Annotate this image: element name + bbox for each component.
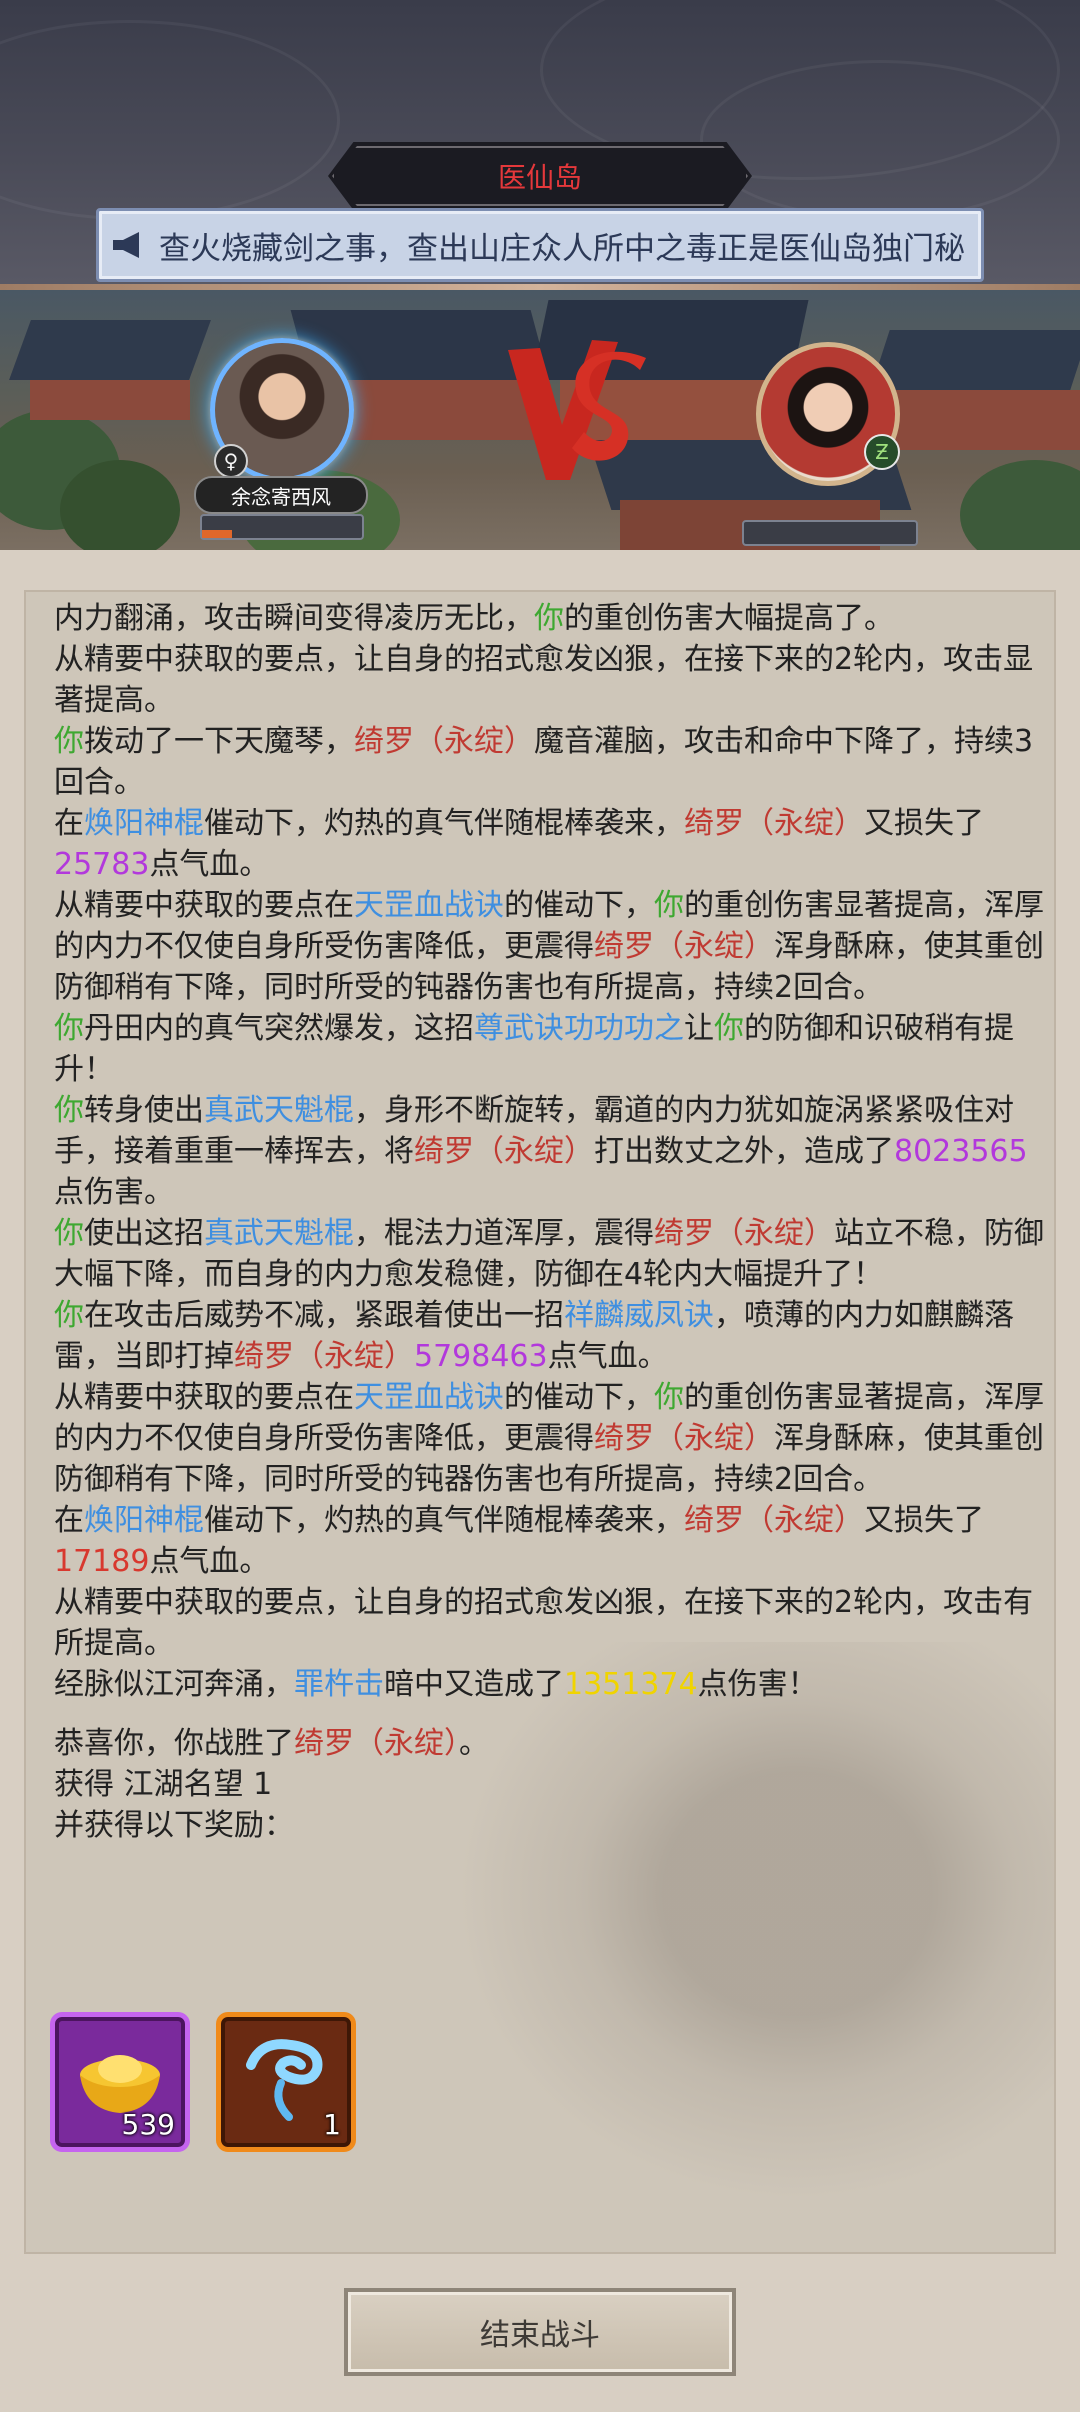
log-line: 在焕阳神棍催动下，灼热的真气伴随棍棒袭来，绮罗（永绽）又损失了25783点气血。 bbox=[54, 806, 984, 882]
log-line: 从精要中获取的要点在天罡血战诀的催动下，你的重创伤害显著提高，浑厚的内力不仅使自… bbox=[54, 888, 1044, 1005]
location-name: 医仙岛 bbox=[497, 161, 582, 194]
reputation-line: 获得 江湖名望 1 bbox=[54, 1767, 273, 1802]
log-line: 你在攻击后威势不减，紧跟着使出一招祥麟威凤诀，喷薄的内力如麒麟落雷，当即打掉绮罗… bbox=[54, 1298, 1014, 1374]
ticker-text: 查火烧藏剑之事，查出山庄众人所中之毒正是医仙岛独门秘 bbox=[159, 230, 965, 267]
end-battle-button[interactable]: 结束战斗 bbox=[344, 2288, 736, 2376]
log-line: 你丹田内的真气突然爆发，这招尊武诀功功功之让你的防御和识破稍有提升！ bbox=[54, 1011, 1014, 1087]
log-line: 你转身使出真武天魁棍，身形不断旋转，霸道的内力犹如旋涡紧紧吸住对手，接着重重一棒… bbox=[54, 1093, 1028, 1210]
vs-icon bbox=[508, 340, 646, 480]
log-line: 从精要中获取的要点，让自身的招式愈发凶狠，在接下来的2轮内，攻击显著提高。 bbox=[54, 642, 1034, 718]
location-plate: 医仙岛 bbox=[328, 142, 752, 210]
log-line: 内力翻涌，攻击瞬间变得凌厉无比，你的重创伤害大幅提高了。 bbox=[54, 601, 894, 636]
combat-log: 内力翻涌，攻击瞬间变得凌厉无比，你的重创伤害大幅提高了。 从精要中获取的要点，让… bbox=[54, 598, 1044, 1846]
log-line: 你使出这招真武天魁棍，棍法力道浑厚，震得绮罗（永绽）站立不稳，防御大幅下降，而自… bbox=[54, 1216, 1044, 1292]
log-line: 从精要中获取的要点在天罡血战诀的催动下，你的重创伤害显著提高，浑厚的内力不仅使自… bbox=[54, 1380, 1044, 1497]
victory-line: 恭喜你，你战胜了绮罗（永绽）。 bbox=[54, 1726, 489, 1761]
log-line: 经脉似江河奔涌，罪杵击暗中又造成了1351374点伤害！ bbox=[54, 1667, 818, 1702]
class-icon: Ƶ bbox=[864, 434, 900, 470]
announcement-ticker: 查火烧藏剑之事，查出山庄众人所中之毒正是医仙岛独门秘 bbox=[96, 208, 984, 282]
reward-list: 539 1 bbox=[50, 2012, 356, 2152]
rewards-heading: 并获得以下奖励： bbox=[54, 1808, 294, 1843]
log-line: 在焕阳神棍催动下，灼热的真气伴随棍棒袭来，绮罗（永绽）又损失了17189点气血。 bbox=[54, 1503, 984, 1579]
log-line: 从精要中获取的要点，让自身的招式愈发凶狠，在接下来的2轮内，攻击有所提高。 bbox=[54, 1585, 1034, 1661]
reward-quantity: 1 bbox=[323, 2108, 341, 2141]
combat-log-panel[interactable]: 内力翻涌，攻击瞬间变得凌厉无比，你的重创伤害大幅提高了。 从精要中获取的要点，让… bbox=[24, 590, 1056, 2254]
female-icon: ♀ bbox=[214, 444, 248, 478]
player-hp-bar bbox=[200, 514, 364, 540]
reward-item[interactable]: 539 bbox=[50, 2012, 190, 2152]
speaker-icon bbox=[99, 211, 159, 279]
enemy-hp-bar bbox=[742, 520, 918, 546]
reward-quantity: 539 bbox=[121, 2108, 175, 2141]
player-name: 余念寄西风 bbox=[194, 476, 368, 514]
log-line: 你拨动了一下天魔琴，绮罗（永绽）魔音灌脑，攻击和命中下降了，持续3回合。 bbox=[54, 724, 1034, 800]
reward-item[interactable]: 1 bbox=[216, 2012, 356, 2152]
